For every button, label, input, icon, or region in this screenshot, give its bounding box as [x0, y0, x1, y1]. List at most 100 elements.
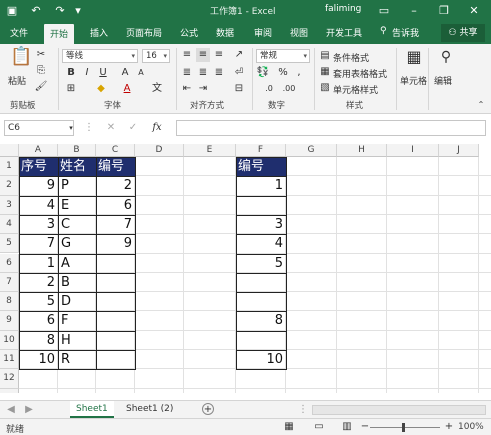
- decrease-indent-icon[interactable]: ⇤: [180, 82, 194, 96]
- tab-tell-me[interactable]: 告诉我: [392, 26, 419, 39]
- column-header-f[interactable]: F: [236, 144, 286, 157]
- column-header-c[interactable]: C: [96, 144, 135, 157]
- column-header-g[interactable]: G: [286, 144, 337, 157]
- add-sheet-icon[interactable]: +: [202, 403, 214, 415]
- cancel-icon[interactable]: ✕: [104, 121, 118, 135]
- row-header-11[interactable]: 11: [0, 350, 19, 370]
- currency-icon[interactable]: 💱: [256, 66, 270, 80]
- zoom-slider-knob[interactable]: [402, 423, 405, 432]
- row-header-6[interactable]: 6: [0, 253, 19, 273]
- paste-button[interactable]: 粘贴: [8, 74, 26, 87]
- customize-icon[interactable]: ▾: [70, 3, 86, 19]
- share-button[interactable]: ⚇ 共享: [441, 24, 485, 42]
- bold-icon[interactable]: B: [64, 66, 78, 80]
- tab-data[interactable]: 数据: [216, 26, 234, 39]
- collapse-ribbon-icon[interactable]: ⌃: [474, 98, 488, 112]
- decrease-decimal-icon[interactable]: .00: [282, 82, 296, 96]
- next-sheet-icon[interactable]: ▶: [22, 403, 36, 417]
- copy-icon[interactable]: ⎘: [34, 64, 48, 78]
- save-icon[interactable]: ▣: [4, 3, 20, 19]
- zoom-slider[interactable]: [370, 427, 440, 428]
- tab-review[interactable]: 审阅: [254, 26, 272, 39]
- ribbon-options-icon[interactable]: ▭: [376, 3, 392, 19]
- row-header-9[interactable]: 9: [0, 311, 19, 331]
- page-break-view-icon[interactable]: ▥: [340, 420, 354, 434]
- table1-cell[interactable]: A: [58, 254, 96, 273]
- table1-header-cell[interactable]: 姓名: [58, 157, 96, 176]
- table1-cell[interactable]: 7: [96, 215, 135, 234]
- table1-cell[interactable]: [96, 350, 135, 369]
- table1-cell[interactable]: [96, 331, 135, 350]
- redo-icon[interactable]: ↷: [52, 3, 68, 19]
- wrap-text-icon[interactable]: ⏎: [232, 66, 246, 80]
- row-header-5[interactable]: 5: [0, 234, 19, 254]
- undo-icon[interactable]: ↶: [28, 3, 44, 19]
- table2-cell[interactable]: 1: [236, 176, 286, 195]
- table2-cell[interactable]: 4: [236, 234, 286, 253]
- align-center-icon[interactable]: ≣: [196, 66, 210, 80]
- split-handle-icon[interactable]: ⋮: [296, 403, 310, 417]
- row-header-12[interactable]: 12: [0, 369, 19, 389]
- table1-cell[interactable]: C: [58, 215, 96, 234]
- table2-cell[interactable]: [236, 273, 286, 292]
- table1-cell[interactable]: [96, 254, 135, 273]
- format-painter-icon[interactable]: 🖌: [34, 80, 48, 94]
- table1-cell[interactable]: 6: [96, 196, 135, 215]
- fill-color-icon[interactable]: ◆: [94, 82, 108, 96]
- name-box-dropdown-icon[interactable]: ▾: [64, 121, 78, 135]
- insert-function-button[interactable]: fx: [150, 121, 164, 135]
- worksheet-grid[interactable]: ABCDEFGHIJ 12345678910111213 序号姓名编号9P24E…: [0, 144, 491, 393]
- close-icon[interactable]: ✕: [466, 3, 482, 19]
- row-header-13[interactable]: 13: [0, 388, 19, 393]
- align-left-icon[interactable]: ≣: [180, 66, 194, 80]
- cells-button[interactable]: 单元格: [400, 74, 427, 87]
- align-top-icon[interactable]: ≡: [180, 48, 194, 62]
- table1-cell[interactable]: P: [58, 176, 96, 195]
- column-header-a[interactable]: A: [19, 144, 58, 157]
- tab-view[interactable]: 视图: [290, 26, 308, 39]
- minimize-icon[interactable]: –: [406, 3, 422, 19]
- column-header-e[interactable]: E: [184, 144, 236, 157]
- format-table-icon[interactable]: ▦: [318, 65, 332, 79]
- table2-cell[interactable]: 3: [236, 215, 286, 234]
- sheet-tab-2[interactable]: Sheet1 (2): [120, 401, 179, 418]
- tab-insert[interactable]: 插入: [90, 26, 108, 39]
- normal-view-icon[interactable]: ▦: [282, 420, 296, 434]
- row-header-8[interactable]: 8: [0, 292, 19, 312]
- table1-cell[interactable]: 3: [19, 215, 58, 234]
- table1-cell[interactable]: 2: [19, 273, 58, 292]
- conditional-format-button[interactable]: 条件格式: [333, 51, 369, 64]
- zoom-in-icon[interactable]: +: [442, 420, 456, 434]
- column-header-j[interactable]: J: [439, 144, 479, 157]
- border-icon[interactable]: ⊞: [64, 82, 78, 96]
- table1-cell[interactable]: 6: [19, 311, 58, 330]
- cell-styles-button[interactable]: 单元格样式: [333, 83, 378, 96]
- paste-icon[interactable]: 📋: [10, 48, 32, 72]
- font-size-select[interactable]: 16: [142, 49, 170, 63]
- align-bottom-icon[interactable]: ≡: [212, 48, 226, 62]
- table1-cell[interactable]: D: [58, 292, 96, 311]
- table2-cell[interactable]: [236, 292, 286, 311]
- align-right-icon[interactable]: ≣: [212, 66, 226, 80]
- prev-sheet-icon[interactable]: ◀: [4, 403, 18, 417]
- column-header-i[interactable]: I: [387, 144, 439, 157]
- table1-cell[interactable]: 9: [19, 176, 58, 195]
- table2-cell[interactable]: 5: [236, 254, 286, 273]
- comma-icon[interactable]: ,: [292, 66, 306, 80]
- select-all-corner[interactable]: [0, 144, 19, 157]
- tab-developer[interactable]: 开发工具: [326, 26, 362, 39]
- user-name[interactable]: faliming: [325, 4, 361, 14]
- increase-decimal-icon[interactable]: .0: [262, 82, 276, 96]
- conditional-format-icon[interactable]: ▤: [318, 49, 332, 63]
- decrease-font-icon[interactable]: A: [134, 66, 148, 80]
- cells-icon[interactable]: ▦: [404, 49, 424, 70]
- font-color-icon[interactable]: A: [120, 82, 134, 96]
- cell-styles-icon[interactable]: ▧: [318, 81, 332, 95]
- table1-cell[interactable]: R: [58, 350, 96, 369]
- underline-icon[interactable]: U: [96, 66, 110, 80]
- align-middle-icon[interactable]: ≡: [196, 48, 210, 62]
- table2-header-cell[interactable]: 编号: [236, 157, 286, 176]
- tab-file[interactable]: 文件: [10, 26, 28, 39]
- tell-me-icon[interactable]: ⚲: [380, 26, 387, 36]
- table1-cell[interactable]: [96, 311, 135, 330]
